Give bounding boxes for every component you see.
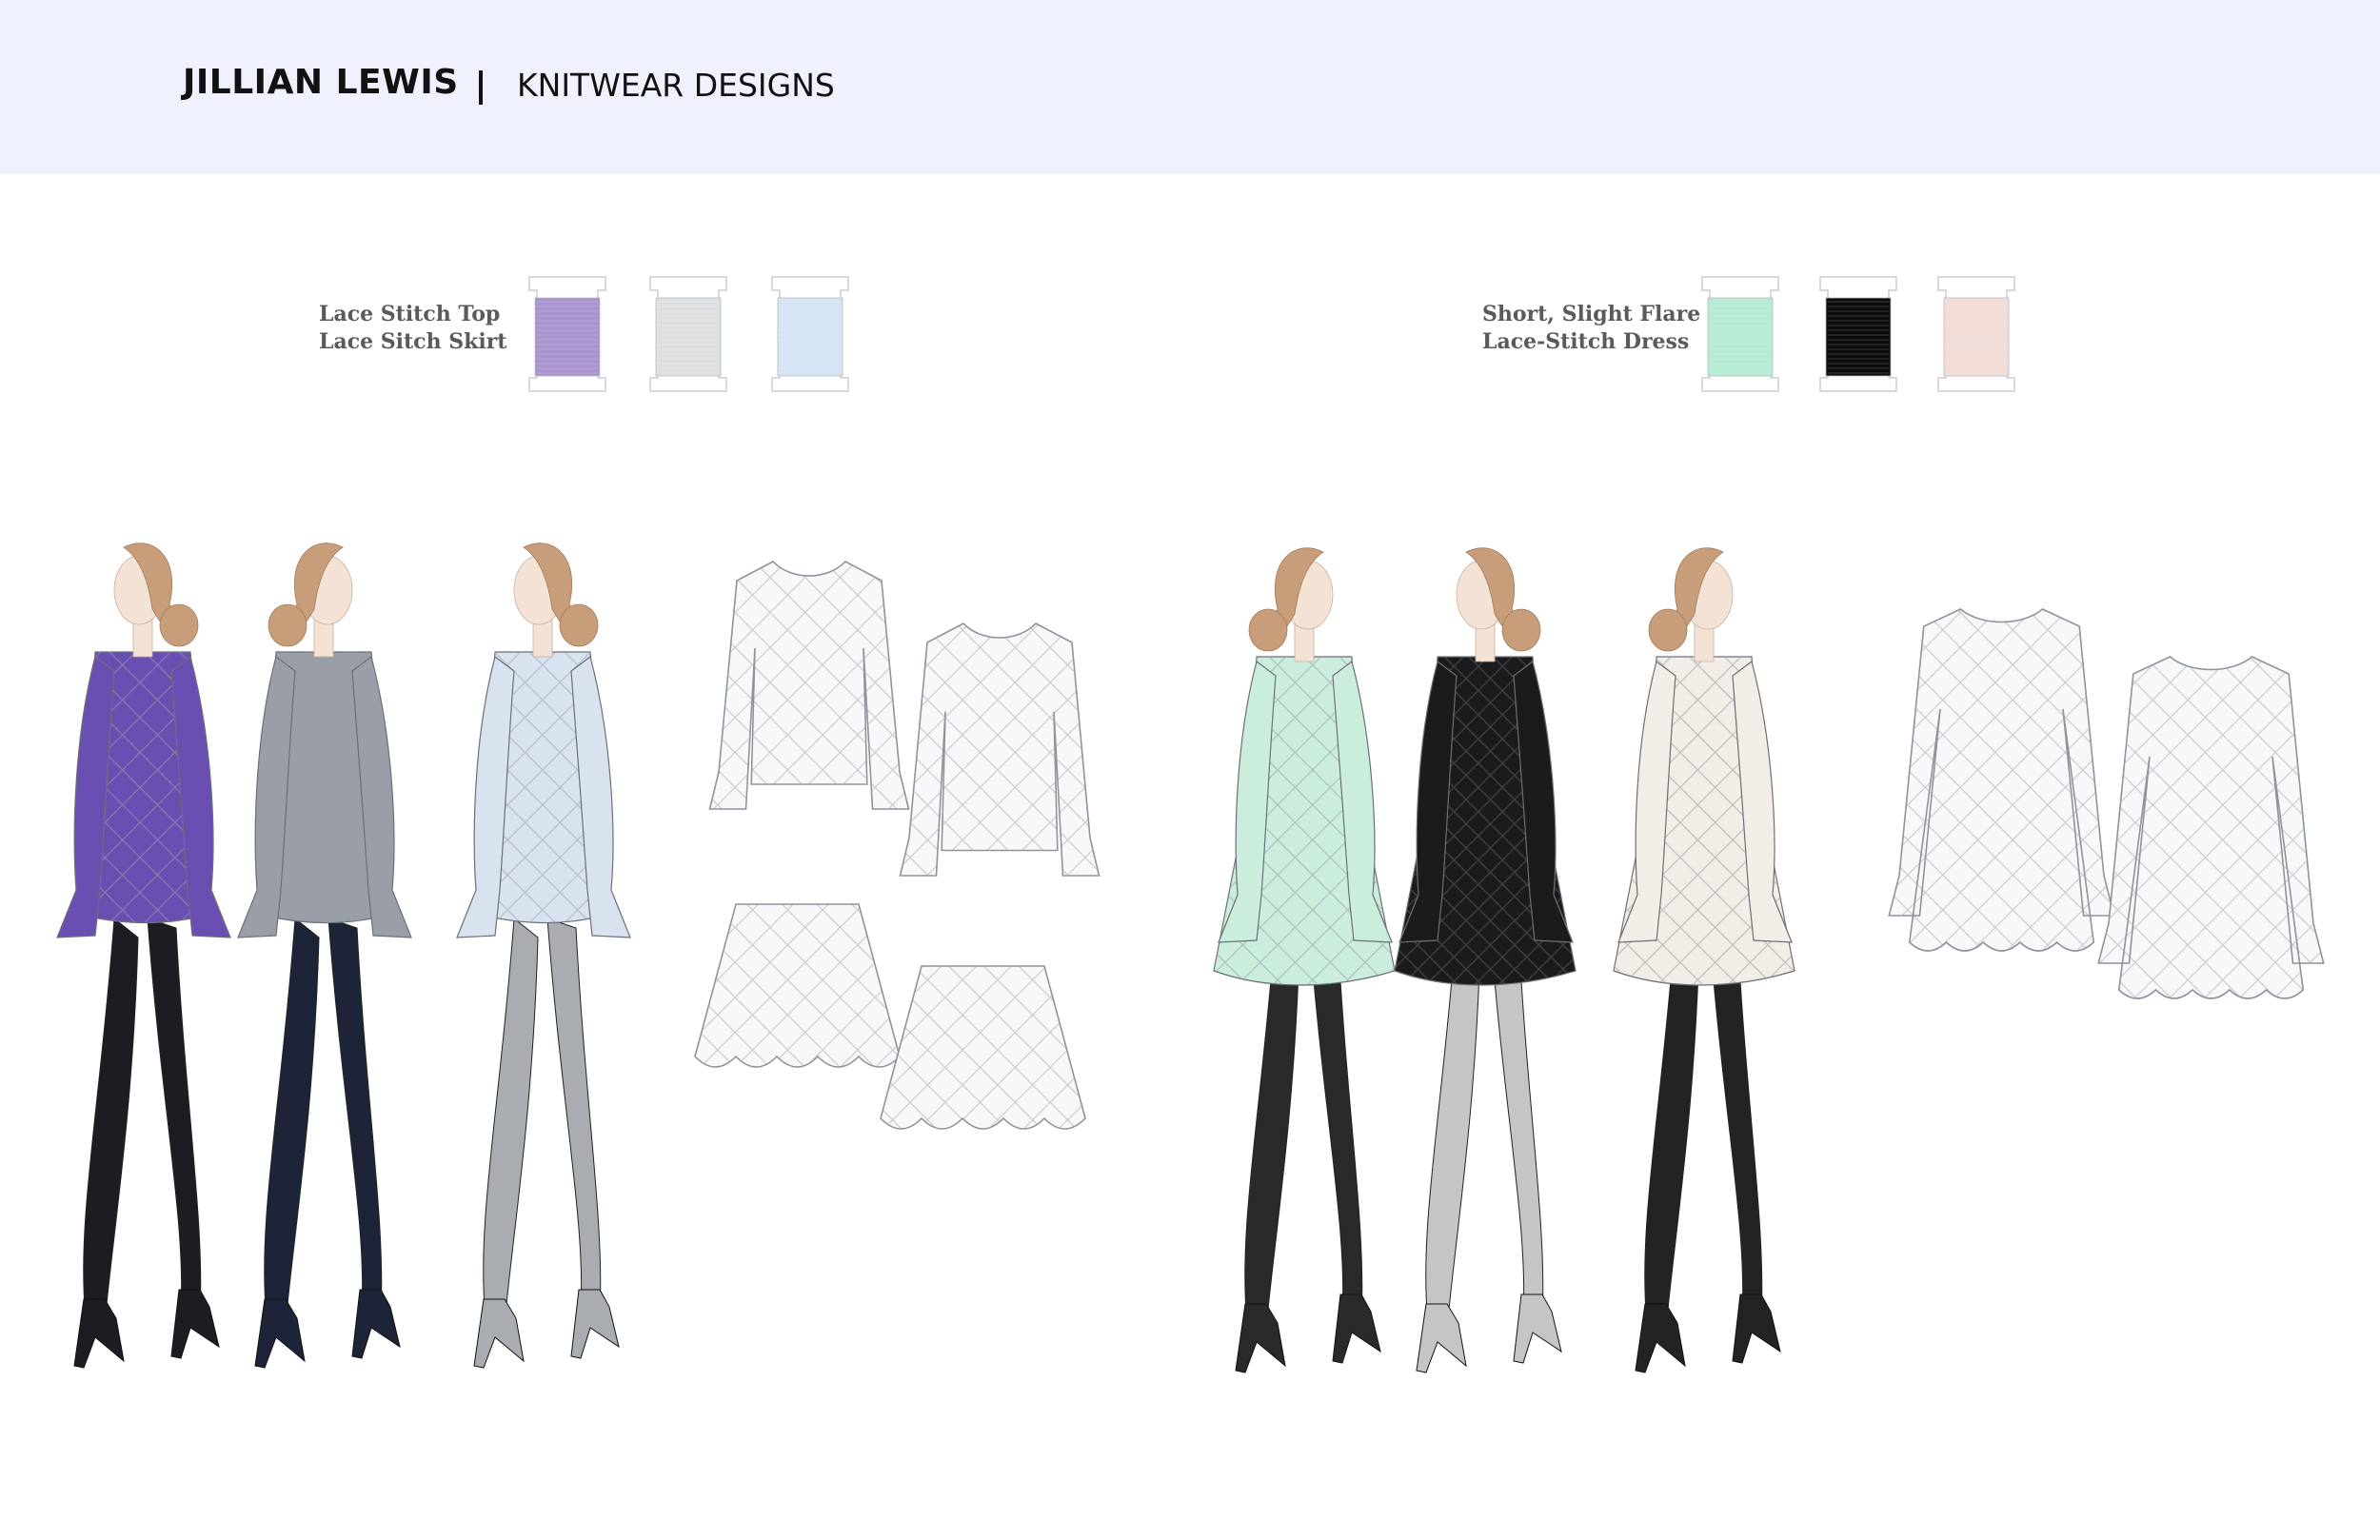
figure-leg [83,918,139,1324]
flat-lace [2098,657,2324,998]
figure-boot [473,1298,525,1369]
flat-lace [695,904,900,1067]
flat-lace [709,562,909,809]
flat-lace [881,966,1085,1129]
figure-boot [73,1298,125,1369]
figure-boot [1235,1303,1286,1373]
flat-lace [1889,609,2114,951]
figure-hair-bun [559,603,599,647]
flat-lace [900,623,1100,876]
fashion-figure [1613,547,1795,1373]
figure-boot [570,1289,620,1359]
figure-leg [147,918,202,1314]
flat-sketch-dress [2097,656,2325,999]
flat-sketch-top [708,561,910,810]
fashion-figure [456,543,631,1369]
fashion-figure [1213,547,1396,1373]
figure-boot [1635,1303,1686,1373]
fashion-figure [237,543,412,1369]
figure-hair-bun [268,603,307,647]
figure-boot [1416,1303,1467,1373]
figure-boot [351,1289,401,1359]
flat-sketch-skirt [880,965,1086,1130]
figure-hair-bun [1501,608,1541,652]
figure-hair-bun [159,603,199,647]
figure-leg [264,918,320,1324]
fashion-figure [1394,547,1577,1373]
figure-leg [483,918,539,1324]
figure-hair-bun [1248,608,1288,652]
fashion-figure [56,543,231,1369]
flat-sketch-dress [1888,608,2115,952]
figure-boot [1732,1293,1781,1364]
figure-leg [327,918,383,1314]
flat-sketch-top [899,622,1101,877]
figure-hair-bun [1648,608,1688,652]
figure-boot [170,1289,220,1359]
design-illustrations [56,543,2325,1373]
figure-boot [1332,1293,1381,1364]
figure-boot [254,1298,306,1369]
flat-sketch-skirt [694,903,901,1068]
figure-boot [1513,1293,1562,1364]
figure-leg [546,918,602,1314]
